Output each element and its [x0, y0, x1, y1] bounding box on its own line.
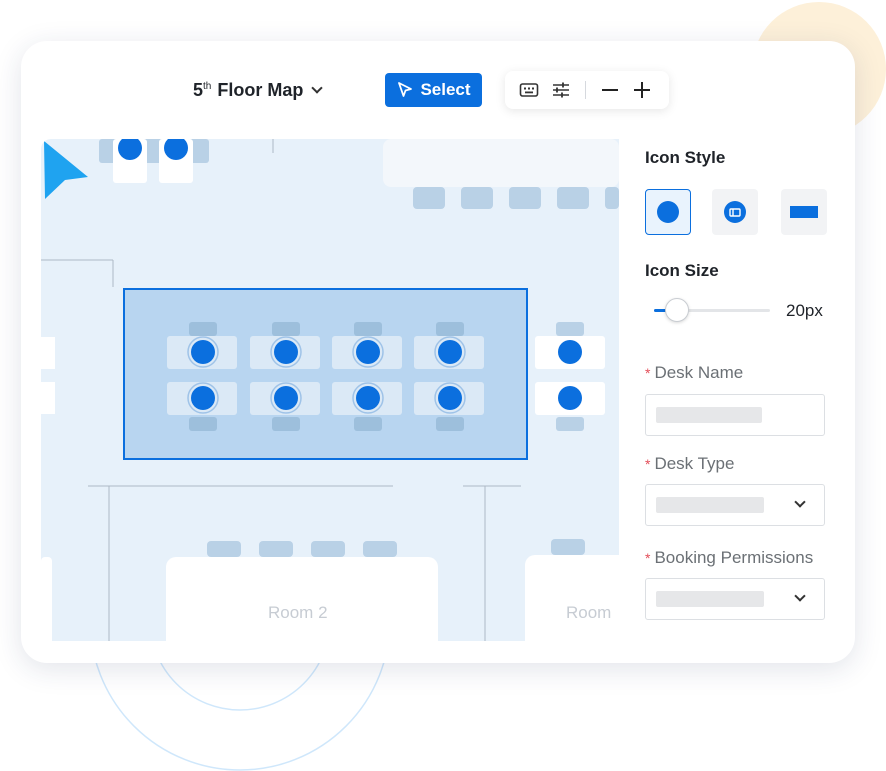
desk-name-label: * Desk Name: [645, 363, 744, 382]
chair: [189, 322, 217, 336]
room-label: Room 2: [268, 603, 328, 622]
chair: [272, 322, 300, 336]
desk-marker[interactable]: [356, 340, 380, 364]
chevron-down-icon: [794, 590, 806, 602]
chair: [436, 322, 464, 336]
desk-marker[interactable]: [191, 340, 215, 364]
zoom-out-icon[interactable]: [594, 74, 626, 106]
cursor-arrow-icon: [44, 141, 88, 199]
floor-map-dropdown[interactable]: 5th Floor Map: [193, 77, 324, 103]
desk-marker[interactable]: [438, 340, 462, 364]
desk-marker[interactable]: [356, 386, 380, 410]
select-placeholder: [656, 591, 764, 607]
chair: [272, 417, 300, 431]
select-tool-button[interactable]: Select: [385, 73, 482, 107]
room-label: Room: [566, 603, 612, 622]
chair: [354, 322, 382, 336]
desk-type-label: * Desk Type: [645, 454, 735, 473]
floor-map-canvas[interactable]: Room 2 Room: [41, 139, 619, 641]
select-tool-label: Select: [420, 80, 471, 99]
icon-size-value: 20px: [786, 301, 823, 320]
icon-style-title: Icon Style: [645, 148, 726, 167]
desk-type-select[interactable]: [645, 484, 825, 526]
chair: [354, 417, 382, 431]
keyboard-icon[interactable]: [513, 74, 545, 106]
desk-marker[interactable]: [274, 340, 298, 364]
circle-marker-icon: [657, 201, 679, 223]
select-placeholder: [656, 497, 764, 513]
icon-style-circle[interactable]: [645, 189, 691, 235]
booking-permissions-select[interactable]: [645, 578, 825, 620]
rectangle-marker-icon: [790, 206, 818, 218]
floor-title: 5th Floor Map: [193, 79, 304, 100]
icon-style-rectangle[interactable]: [781, 189, 827, 235]
chevron-down-icon: [794, 496, 806, 508]
pointer-icon: [398, 82, 413, 97]
chair: [436, 417, 464, 431]
input-placeholder: [656, 407, 762, 423]
icon-style-badge[interactable]: [712, 189, 758, 235]
toolbar-divider: [585, 81, 586, 99]
desk-marker[interactable]: [191, 386, 215, 410]
floor-map-editor-card: 5th Floor Map Select Room 2 Room Icon St…: [21, 41, 855, 663]
desk-marker[interactable]: [438, 386, 462, 410]
icon-size-title: Icon Size: [645, 261, 719, 280]
booking-permissions-label: * Booking Permissions: [645, 548, 814, 567]
floor-plan: [41, 139, 619, 641]
desk-name-input[interactable]: [645, 394, 825, 436]
sliders-icon[interactable]: [545, 74, 577, 106]
chair: [189, 417, 217, 431]
desk-settings-panel: Icon Style Icon Size 20px * Desk Name * De…: [645, 41, 845, 663]
desk-marker[interactable]: [274, 386, 298, 410]
chevron-down-icon: [311, 81, 324, 94]
desk-badge-icon: [724, 201, 746, 223]
icon-size-slider-thumb[interactable]: [665, 298, 689, 322]
